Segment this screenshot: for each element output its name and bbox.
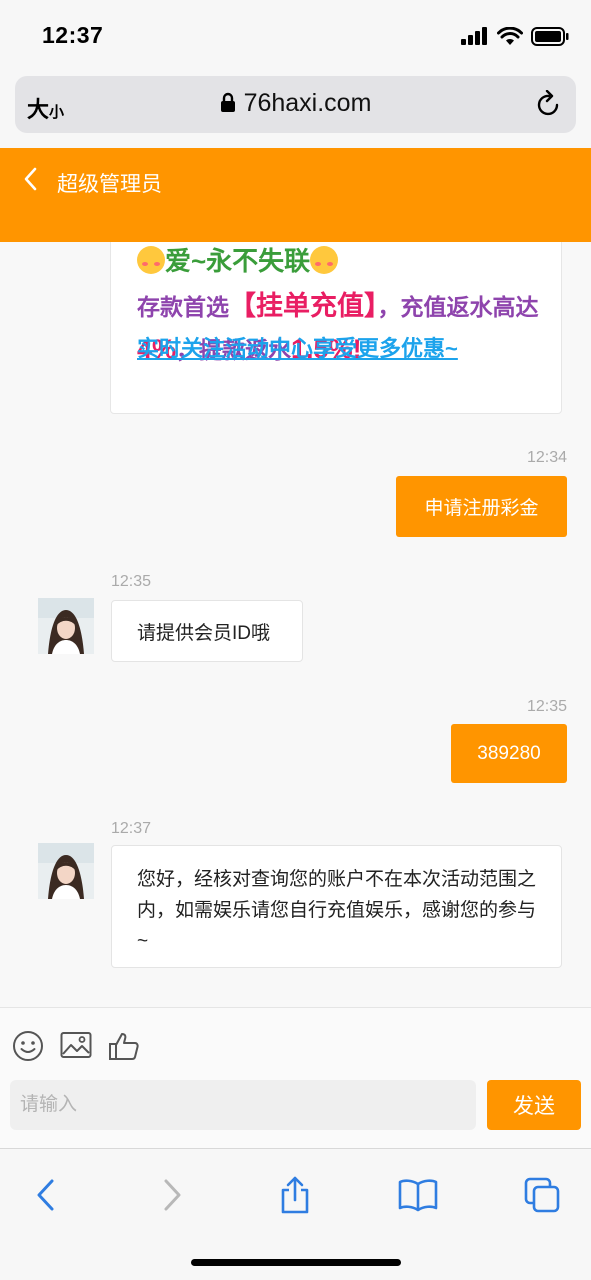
emoji-icon[interactable]: [12, 1030, 44, 1062]
agent-avatar-image: [38, 843, 94, 899]
tabs-button[interactable]: [522, 1175, 562, 1215]
image-icon[interactable]: [60, 1030, 92, 1060]
home-indicator: [191, 1259, 401, 1266]
outgoing-message-bubble[interactable]: 389280: [451, 724, 567, 783]
reload-icon[interactable]: [536, 90, 562, 118]
battery-icon: [531, 26, 569, 46]
promo-line1: 爱~永不失联: [137, 242, 339, 278]
thumbs-up-icon[interactable]: [108, 1030, 140, 1062]
header-title: 超级管理员: [57, 173, 162, 196]
url-display[interactable]: 76haxi.com: [15, 89, 576, 118]
browser-back-button[interactable]: [26, 1175, 66, 1215]
promo-activity-link[interactable]: 实时关注活动中心享受更多优惠~: [137, 331, 458, 363]
promo-prefix: 存款首选: [137, 294, 229, 320]
header-back-icon[interactable]: [20, 166, 44, 192]
agent-avatar[interactable]: [38, 843, 94, 899]
message-time: 12:34: [526, 449, 567, 466]
message-time: 12:35: [526, 698, 567, 715]
outgoing-message-bubble[interactable]: 申请注册彩金: [396, 476, 567, 537]
status-bar: 12:37: [0, 0, 591, 72]
share-button[interactable]: [275, 1175, 315, 1215]
smiling-face-hearts-icon: [310, 246, 339, 274]
status-icons: [461, 24, 569, 48]
url-text: 76haxi.com: [243, 89, 372, 117]
promo-mid: ，充值返水高达: [377, 294, 539, 320]
send-button[interactable]: 发送: [487, 1080, 581, 1130]
signal-icon: [461, 27, 487, 45]
smiling-face-hearts-icon: [137, 246, 165, 274]
forward-icon: [164, 1179, 181, 1211]
browser-toolbar: [0, 1148, 591, 1280]
agent-avatar-image: [38, 598, 94, 654]
incoming-message-bubble[interactable]: 您好，经核对查询您的账户不在本次活动范围之内，如需娱乐请您自行充值娱乐，感谢您的…: [111, 845, 562, 968]
agent-avatar[interactable]: [38, 598, 94, 654]
promo-message-card: 爱~永不失联 存款首选【挂单充值】，充值返水高达4%，提款返水1.5%! 实时关…: [110, 242, 562, 414]
status-time: 12:37: [42, 22, 104, 48]
lock-icon: [220, 92, 235, 112]
chat-header: 超级管理员: [0, 148, 591, 242]
address-bar[interactable]: 大小 76haxi.com: [15, 76, 576, 133]
composer: 发送: [0, 1007, 591, 1148]
promo-line1-text: 爱~永不失联: [165, 246, 311, 276]
promo-highlight: 【挂单充值】: [229, 291, 378, 321]
bookmarks-icon: [398, 1179, 438, 1212]
share-icon: [281, 1176, 309, 1214]
back-icon: [37, 1179, 54, 1211]
tabs-icon: [524, 1177, 560, 1213]
wifi-icon: [497, 26, 523, 45]
browser-forward-button[interactable]: [152, 1175, 192, 1215]
incoming-message-bubble[interactable]: 请提供会员ID哦: [111, 600, 303, 662]
bookmarks-button[interactable]: [398, 1175, 438, 1215]
message-time: 12:37: [111, 820, 152, 837]
message-time: 12:35: [111, 573, 152, 590]
message-input[interactable]: [10, 1080, 476, 1130]
chat-area[interactable]: 爱~永不失联 存款首选【挂单充值】，充值返水高达4%，提款返水1.5%! 实时关…: [0, 242, 591, 1007]
